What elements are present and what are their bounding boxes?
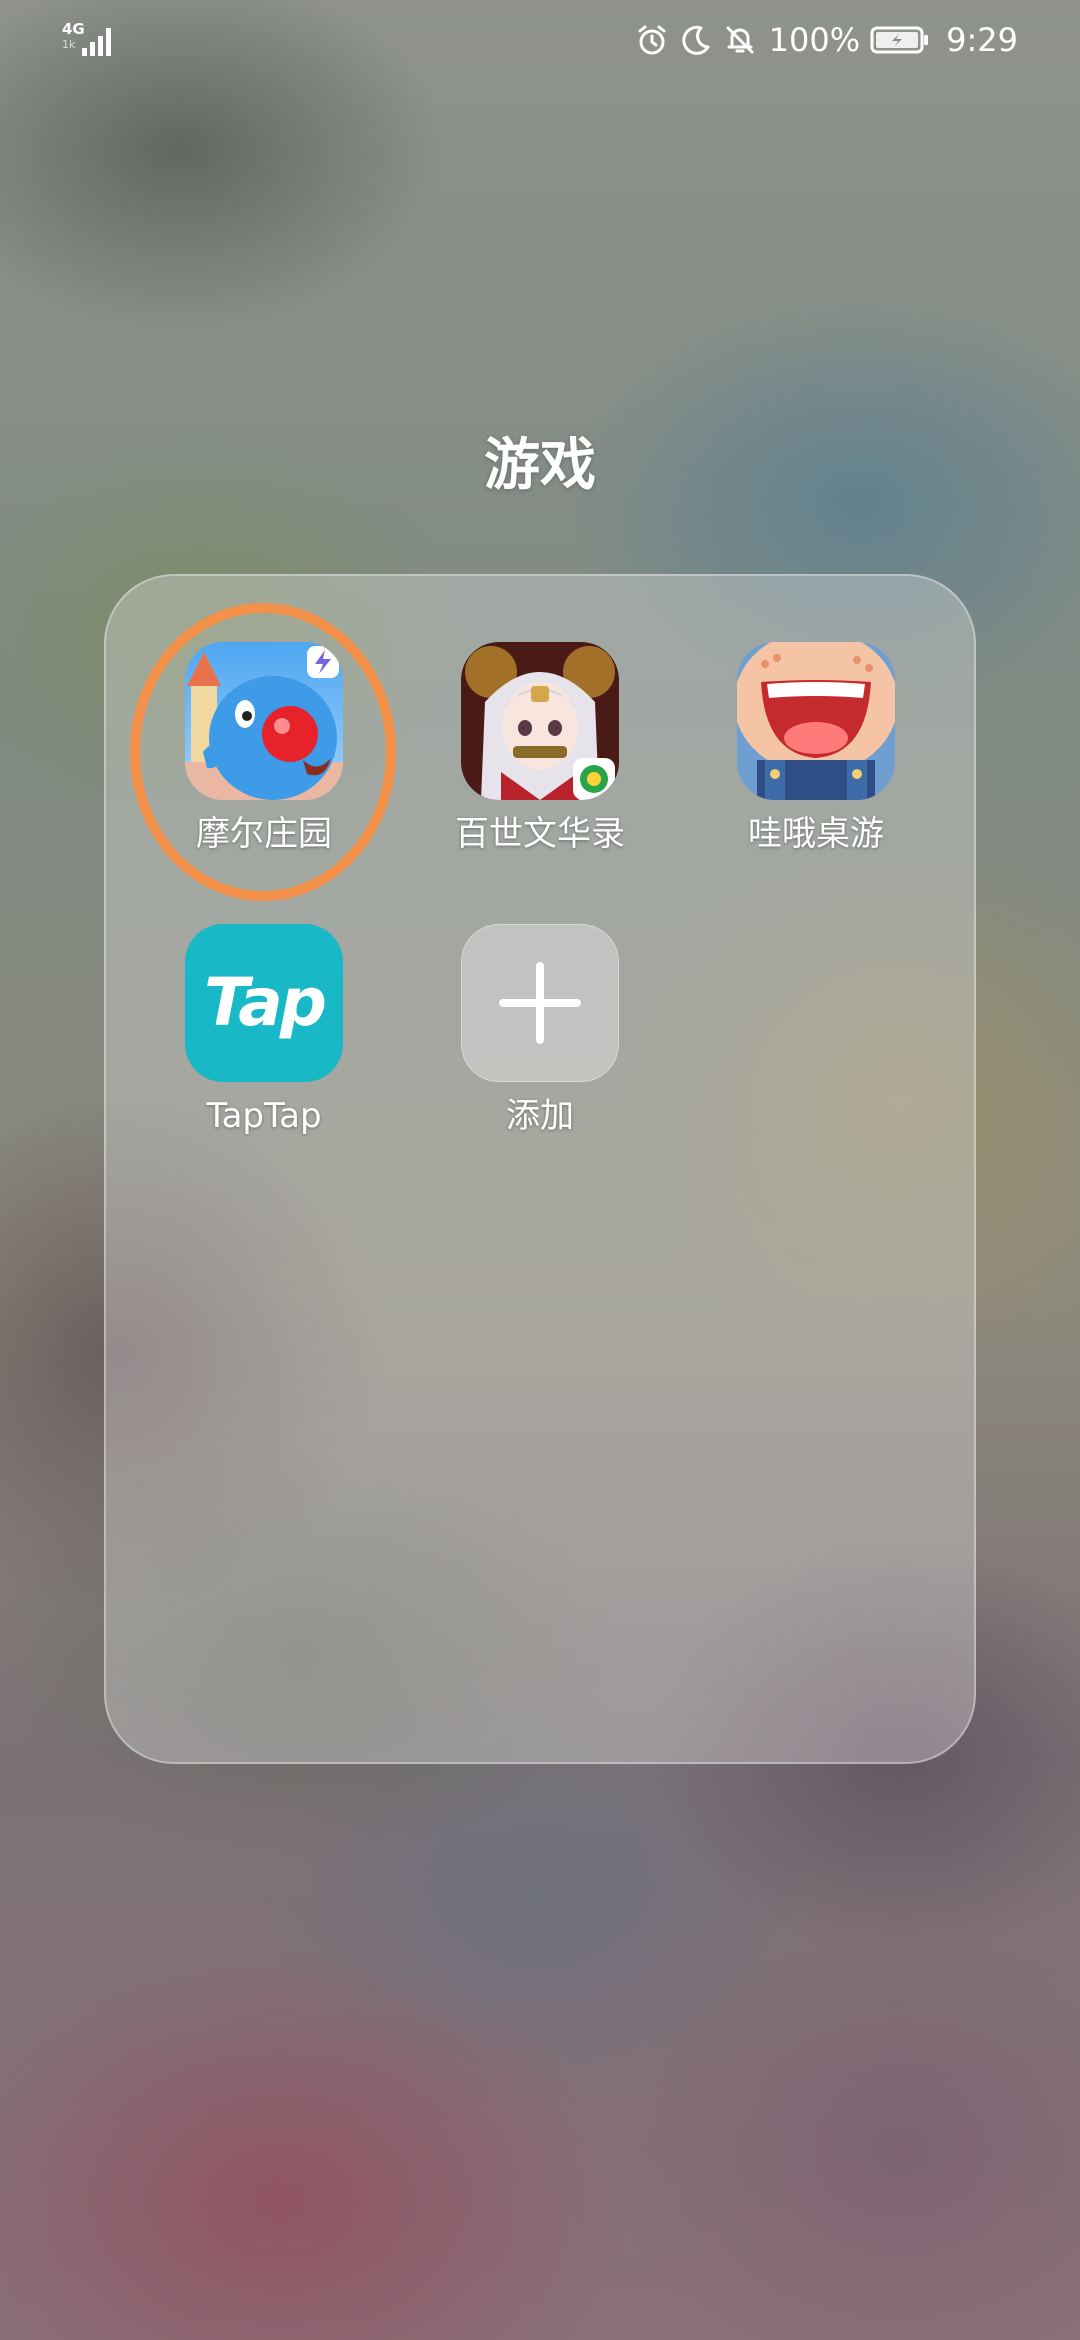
mole-manor-app-icon xyxy=(185,642,343,800)
app-label: 哇哦桌游 xyxy=(748,814,884,854)
taptap-app-icon: Tap xyxy=(185,924,343,1082)
app-baishi-wenhualu[interactable]: 百世文华录 xyxy=(420,642,660,856)
plus-icon xyxy=(499,962,581,1044)
app-label: 百世文华录 xyxy=(455,814,625,854)
cellular-signal: 4G 1k xyxy=(62,22,118,56)
signal-bars-icon xyxy=(82,28,111,56)
network-speed-label: 1k xyxy=(62,38,76,51)
taptap-logo-text: Tap xyxy=(204,964,327,1041)
battery-charging-icon xyxy=(870,26,929,54)
battery-percent: 100% xyxy=(768,21,861,59)
wawo-boardgame-app-icon xyxy=(737,642,895,800)
alarm-icon xyxy=(638,25,666,55)
app-mole-manor[interactable]: 摩尔庄园 xyxy=(144,642,384,856)
folder-title[interactable]: 游戏 xyxy=(0,420,1080,501)
app-label: 摩尔庄园 xyxy=(196,814,332,854)
app-label: TapTap xyxy=(206,1096,322,1136)
app-taptap[interactable]: Tap TapTap xyxy=(144,924,384,1138)
baishi-wenhualu-app-icon xyxy=(461,642,619,800)
bell-off-icon xyxy=(726,26,754,54)
clock: 9:29 xyxy=(946,21,1018,59)
moon-icon xyxy=(682,25,710,55)
add-app-tile xyxy=(461,924,619,1082)
app-wawo-boardgame[interactable]: 哇哦桌游 xyxy=(696,642,936,856)
add-app-button[interactable]: 添加 xyxy=(420,924,660,1138)
status-bar: 4G 1k 100% 9:29 xyxy=(0,0,1080,80)
status-icons: 100% 9:29 xyxy=(635,18,1018,62)
app-label: 添加 xyxy=(506,1096,574,1136)
